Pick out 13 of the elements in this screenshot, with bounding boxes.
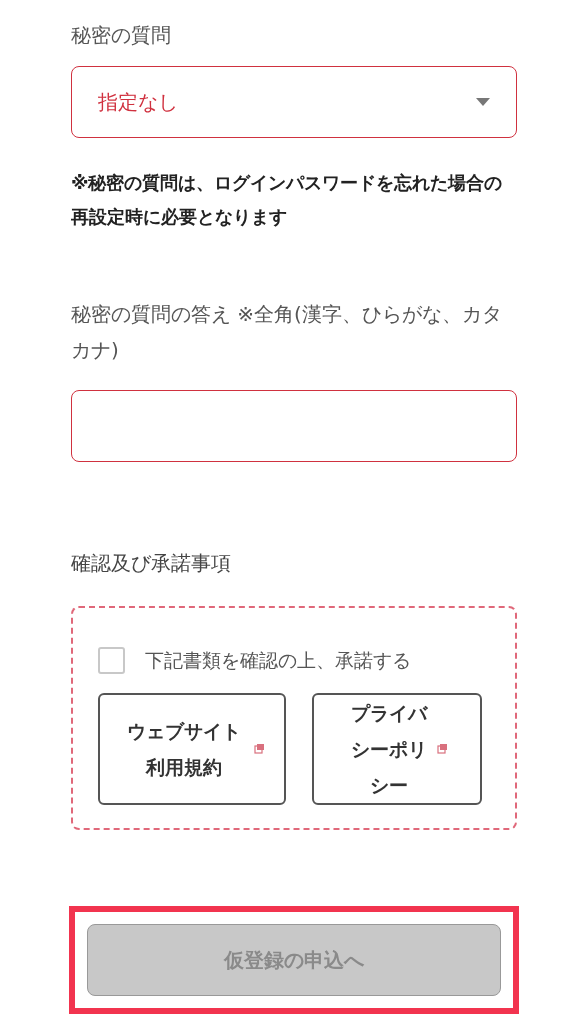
dropdown-caret-icon bbox=[476, 98, 490, 106]
checkbox[interactable] bbox=[98, 646, 125, 674]
checkbox-label: 下記書類を確認の上、承諾する bbox=[145, 648, 411, 673]
document-link-button[interactable]: ウェブサイト利用規約 bbox=[98, 692, 286, 805]
field-label: 秘密の質問 bbox=[71, 22, 172, 49]
field-label: 秘密の質問の答え ※全角(漢字、ひらがな、カタカナ) bbox=[71, 301, 503, 364]
external-link-icon bbox=[436, 743, 448, 754]
document-link-button[interactable]: プライバシーポリシー bbox=[312, 692, 482, 805]
note-text: ※秘密の質問は、ログインパスワードを忘れた場合の再設定時に必要となります bbox=[71, 171, 504, 229]
question-select[interactable]: 指定なし bbox=[71, 66, 517, 138]
section-heading: 確認及び承諾事項 bbox=[71, 550, 232, 577]
external-link-icon bbox=[253, 743, 265, 754]
answer-input-field[interactable] bbox=[71, 390, 517, 462]
